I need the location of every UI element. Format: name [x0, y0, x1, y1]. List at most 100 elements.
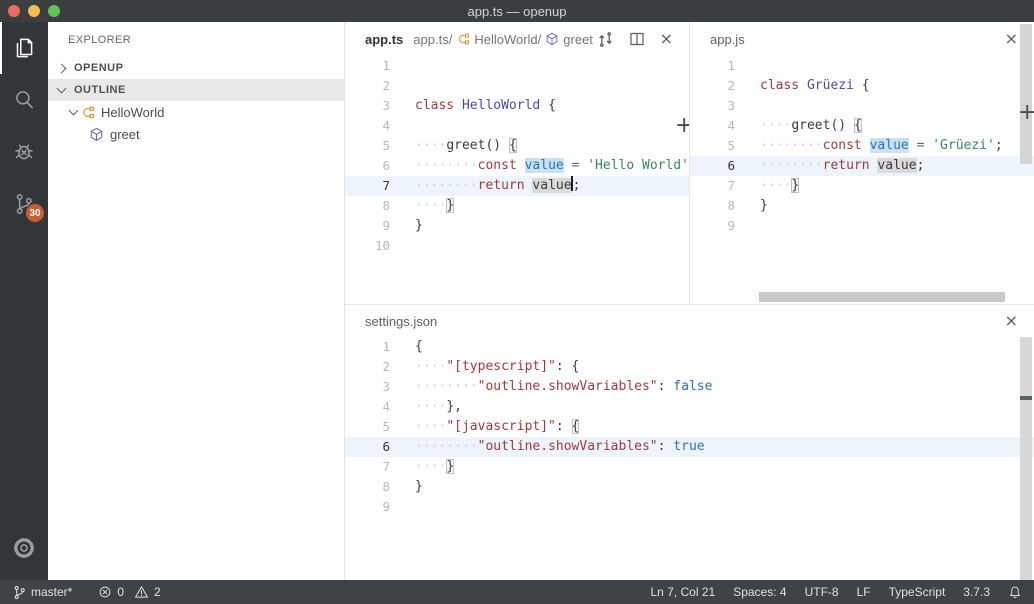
code-line[interactable]: 2····"[typescript]": { [345, 357, 1034, 377]
language-mode-item[interactable]: TypeScript [889, 585, 946, 599]
vertical-scrollbar[interactable] [1020, 24, 1032, 164]
error-count: 0 [117, 585, 124, 599]
code-line[interactable]: 10 [345, 236, 689, 256]
vertical-scrollbar[interactable] [1020, 337, 1032, 580]
line-number: 3 [690, 96, 735, 116]
horizontal-scrollbar[interactable] [759, 292, 1005, 302]
line-number: 3 [345, 96, 390, 116]
code-line[interactable]: 2 [345, 76, 689, 96]
chevron-down-icon [69, 106, 79, 116]
outline-item-greet[interactable]: greet [48, 123, 344, 145]
line-number: 4 [690, 116, 735, 136]
app-ts-code: 123class HelloWorld {45····greet() {6···… [345, 56, 689, 304]
code-line[interactable]: 6········return value; [690, 156, 1034, 176]
window-title: app.ts — openup [467, 4, 566, 19]
code-line[interactable]: 7····} [690, 176, 1034, 196]
editor-pane-app-ts: app.ts app.ts/ HelloWorld/ [345, 22, 690, 304]
section-outline[interactable]: OUTLINE [48, 79, 344, 101]
activity-source-control-button[interactable]: 30 [0, 178, 48, 230]
code-line[interactable]: 5····greet() { [345, 136, 689, 156]
code-line[interactable]: 3class HelloWorld { [345, 96, 689, 116]
breadcrumb-method[interactable]: greet [563, 32, 593, 47]
line-number: 8 [690, 196, 735, 216]
code-line[interactable]: 1{ [345, 337, 1034, 357]
activity-search-button[interactable] [0, 74, 48, 126]
code-line[interactable]: 1 [690, 56, 1034, 76]
status-bar: master* 0 2 Ln 7, Col 21 Spaces: 4 UTF-8… [0, 580, 1034, 604]
warning-count: 2 [154, 585, 161, 599]
breadcrumb-file[interactable]: app.ts/ [413, 32, 452, 47]
outline-greet-label: greet [110, 127, 140, 142]
code-line[interactable]: 3········"outline.showVariables": false [345, 377, 1034, 397]
code-line[interactable]: 4 [345, 116, 689, 136]
code-line[interactable]: 1 [345, 56, 689, 76]
section-openup-label: OPENUP [74, 62, 123, 74]
close-icon[interactable]: × [1005, 31, 1018, 47]
code-line[interactable]: 9 [345, 497, 1034, 517]
activity-debug-button[interactable] [0, 126, 48, 178]
line-number: 8 [345, 196, 390, 216]
encoding-item[interactable]: UTF-8 [805, 585, 839, 599]
close-window-button[interactable] [8, 5, 20, 17]
class-symbol-icon [456, 32, 470, 46]
breadcrumb-class[interactable]: HelloWorld/ [474, 32, 541, 47]
tab-app-js[interactable]: app.js [710, 32, 745, 47]
minimize-window-button[interactable] [28, 5, 40, 17]
code-line[interactable]: 7········return value; [345, 176, 689, 196]
notifications-item[interactable] [1008, 585, 1022, 600]
code-line[interactable]: 3 [690, 96, 1034, 116]
outline-item-helloworld[interactable]: HelloWorld [48, 101, 344, 123]
error-circle-icon [98, 585, 112, 599]
code-line[interactable]: 7····} [345, 457, 1034, 477]
code-line[interactable]: 2class Grüezi { [690, 76, 1034, 96]
code-line[interactable]: 5····"[javascript]": { [345, 417, 1034, 437]
gear-icon [10, 534, 38, 562]
line-number: 5 [345, 136, 390, 156]
editor-pane-settings-json: settings.json × 1{2····"[typescript]": {… [345, 304, 1034, 580]
problems-status-item[interactable]: 0 2 [98, 585, 160, 599]
chevron-down-icon [57, 84, 67, 94]
editor-actions: × [597, 31, 673, 48]
eol-item[interactable]: LF [857, 585, 871, 599]
cursor-position-item[interactable]: Ln 7, Col 21 [650, 585, 715, 599]
line-number: 2 [345, 76, 390, 96]
app-ts-header: app.ts app.ts/ HelloWorld/ [345, 22, 689, 56]
scm-changes-badge: 30 [26, 204, 44, 222]
code-line[interactable]: 9} [345, 216, 689, 236]
code-line[interactable]: 8} [345, 477, 1034, 497]
section-openup[interactable]: OPENUP [48, 57, 344, 79]
tab-app-ts[interactable]: app.ts [365, 32, 403, 47]
code-line[interactable]: 4····greet() { [690, 116, 1034, 136]
search-icon [11, 87, 37, 113]
line-number: 6 [690, 156, 735, 176]
class-symbol-icon [80, 105, 95, 120]
line-number: 9 [345, 497, 390, 517]
close-icon[interactable]: × [660, 31, 673, 47]
activity-explorer-button[interactable] [0, 22, 48, 74]
code-line[interactable]: 6········const value = 'Hello World'; [345, 156, 689, 176]
settings-json-code: 1{2····"[typescript]": {3········"outlin… [345, 337, 1034, 580]
chevron-right-icon [57, 63, 67, 73]
tab-settings-json[interactable]: settings.json [365, 314, 437, 329]
settings-json-header: settings.json × [345, 305, 1034, 337]
line-number: 5 [345, 417, 390, 437]
editor-area: app.ts app.ts/ HelloWorld/ [345, 22, 1034, 580]
line-number: 10 [345, 236, 390, 256]
zoom-window-button[interactable] [48, 5, 60, 17]
indentation-item[interactable]: Spaces: 4 [733, 585, 786, 599]
bell-icon [1008, 585, 1022, 600]
code-line[interactable]: 8····} [345, 196, 689, 216]
code-line[interactable]: 9 [690, 216, 1034, 236]
close-icon[interactable]: × [1005, 313, 1018, 329]
manage-button[interactable] [0, 522, 48, 574]
code-line[interactable]: 8} [690, 196, 1034, 216]
code-line[interactable]: 4····}, [345, 397, 1034, 417]
split-editor-icon[interactable] [629, 31, 645, 47]
typescript-version-item[interactable]: 3.7.3 [963, 585, 990, 599]
open-changes-icon[interactable] [597, 31, 614, 48]
line-number: 6 [345, 156, 390, 176]
code-line[interactable]: 6········"outline.showVariables": true [345, 437, 1034, 457]
line-number: 3 [345, 377, 390, 397]
code-line[interactable]: 5········const value = 'Grüezi'; [690, 136, 1034, 156]
branch-status-item[interactable]: master* [13, 585, 72, 600]
